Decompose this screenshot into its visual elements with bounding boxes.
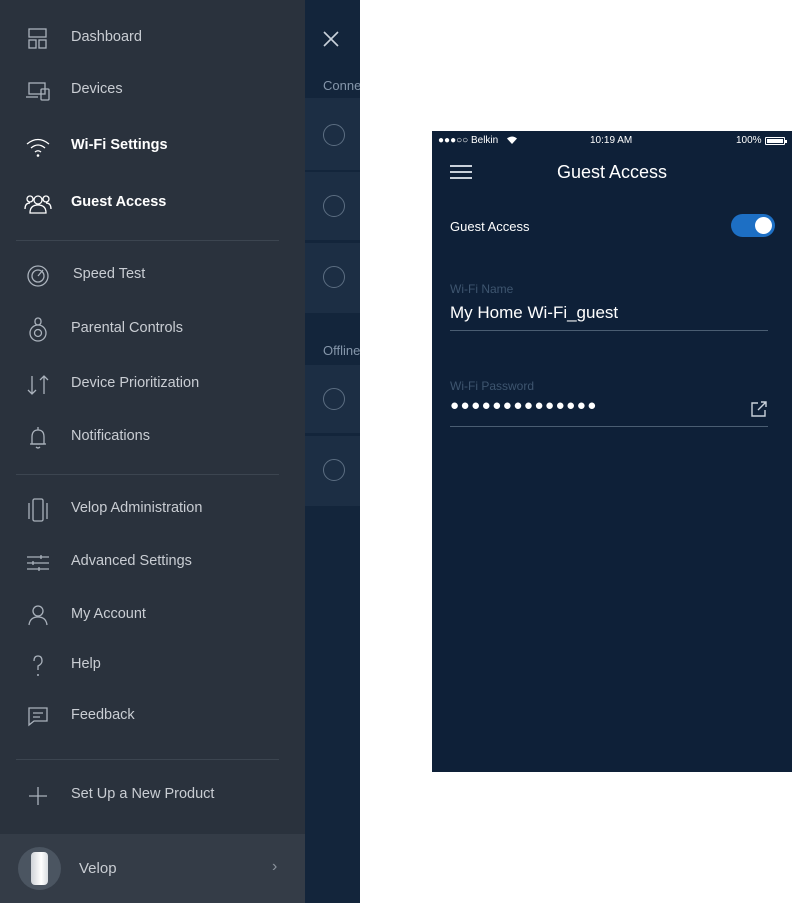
nav-label: Feedback xyxy=(71,707,135,723)
nav-label: Device Prioritization xyxy=(71,375,200,391)
nav-label: Set Up a New Product xyxy=(71,786,215,802)
wifi-password-underline xyxy=(450,426,768,427)
wifi-name-label: Wi-Fi Name xyxy=(450,282,514,296)
device-radio[interactable] xyxy=(323,266,345,288)
divider xyxy=(16,759,279,760)
velop-node-avatar xyxy=(18,847,61,890)
nav-item-set-up-new-product[interactable]: Set Up a New Product xyxy=(0,774,305,818)
nav-label: My Account xyxy=(71,606,146,622)
navigation-drawer: Dashboard Devices Wi-Fi Settings Guest A… xyxy=(0,0,305,903)
velop-label: Velop xyxy=(79,860,117,877)
device-radio[interactable] xyxy=(323,459,345,481)
nav-item-dashboard[interactable]: Dashboard xyxy=(0,17,305,61)
nav-label: Notifications xyxy=(71,428,150,444)
divider xyxy=(16,474,279,475)
guest-access-label: Guest Access xyxy=(450,219,530,234)
wifi-signal-icon xyxy=(507,136,517,144)
wifi-password-label: Wi-Fi Password xyxy=(450,379,535,393)
nav-item-guest-access[interactable]: Guest Access xyxy=(0,182,305,226)
nav-item-feedback[interactable]: Feedback xyxy=(0,695,305,739)
share-icon[interactable] xyxy=(750,400,768,418)
velop-node-icon xyxy=(31,852,48,885)
guest-access-icon xyxy=(24,190,52,218)
nav-item-velop-administration[interactable]: Velop Administration xyxy=(0,488,305,532)
battery-percent: 100% xyxy=(736,135,762,146)
divider xyxy=(16,240,279,241)
wifi-name-field[interactable]: My Home Wi-Fi_guest xyxy=(450,303,618,323)
nav-label: Devices xyxy=(71,81,123,97)
device-radio[interactable] xyxy=(323,124,345,146)
devices-icon xyxy=(24,77,52,105)
chevron-right-icon: › xyxy=(272,858,278,875)
phone-screen-guest-access: ●●●○○ Belkin 10:19 AM 100% Guest Access … xyxy=(432,131,792,772)
nav-item-notifications[interactable]: Notifications xyxy=(0,416,305,460)
device-radio[interactable] xyxy=(323,195,345,217)
nav-item-parental-controls[interactable]: Parental Controls xyxy=(0,308,305,352)
nav-item-devices[interactable]: Devices xyxy=(0,69,305,113)
nav-label: Advanced Settings xyxy=(71,553,192,569)
nav-item-my-account[interactable]: My Account xyxy=(0,594,305,638)
nav-label: Help xyxy=(71,656,101,672)
status-bar: ●●●○○ Belkin 10:19 AM 100% xyxy=(432,131,792,151)
nav-item-advanced-settings[interactable]: Advanced Settings xyxy=(0,541,305,585)
sliders-icon xyxy=(24,549,52,577)
toggle-knob xyxy=(755,217,772,234)
nav-label: Guest Access xyxy=(71,194,167,210)
offline-section-label: Offline xyxy=(323,343,360,358)
nav-item-help[interactable]: Help xyxy=(0,644,305,688)
nav-item-device-prioritization[interactable]: Device Prioritization xyxy=(0,363,305,407)
guest-access-toggle[interactable] xyxy=(731,214,775,237)
bell-icon xyxy=(24,424,52,452)
nav-label: Parental Controls xyxy=(71,320,184,336)
nav-label: Dashboard xyxy=(71,29,142,45)
app-screen-menu: Conne Offline Dashboard Devices Wi-Fi Se… xyxy=(0,0,360,903)
plus-icon xyxy=(24,782,52,810)
device-prioritization-icon xyxy=(24,371,52,399)
speed-test-icon xyxy=(24,262,52,290)
wifi-password-field[interactable]: ●●●●●●●●●●●●●● xyxy=(450,397,598,414)
wifi-name-underline xyxy=(450,330,768,331)
nav-label: Speed Test xyxy=(73,266,146,282)
help-icon xyxy=(24,652,52,680)
parental-controls-icon xyxy=(24,316,52,344)
velop-network-selector[interactable]: Velop › xyxy=(0,834,305,903)
status-time: 10:19 AM xyxy=(590,135,633,146)
close-icon[interactable] xyxy=(318,26,344,52)
nav-item-speed-test[interactable]: Speed Test xyxy=(0,254,305,298)
battery-icon xyxy=(765,137,787,145)
velop-admin-icon xyxy=(24,496,52,524)
account-icon xyxy=(24,602,52,630)
nav-label: Velop Administration xyxy=(71,500,203,516)
dashboard-icon xyxy=(24,25,52,53)
nav-label: Wi-Fi Settings xyxy=(71,137,168,153)
page-title: Guest Access xyxy=(556,162,668,182)
connected-section-label: Conne xyxy=(323,78,360,93)
device-radio[interactable] xyxy=(323,388,345,410)
carrier-signal: ●●●○○ Belkin xyxy=(438,135,499,146)
nav-item-wifi-settings[interactable]: Wi-Fi Settings xyxy=(0,125,305,169)
wifi-icon xyxy=(24,133,52,161)
feedback-icon xyxy=(24,703,52,731)
